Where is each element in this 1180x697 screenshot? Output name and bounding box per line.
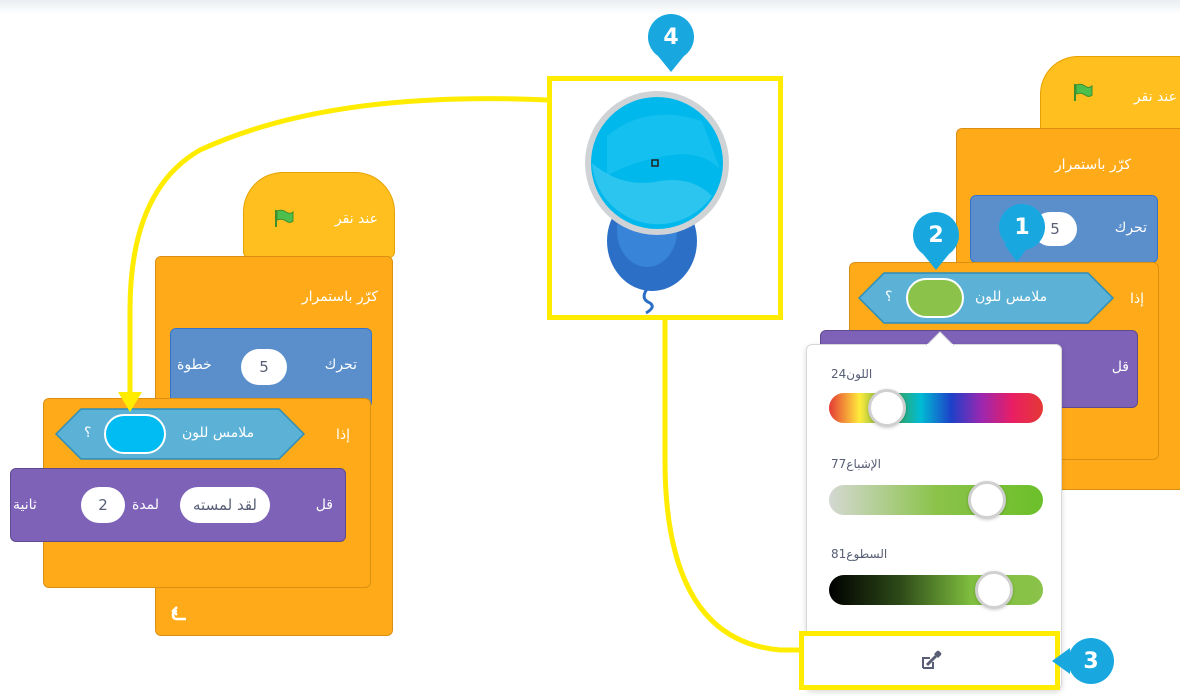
say-text-value: لقد لمسته — [193, 496, 257, 514]
right-when-flag-clicked-block[interactable]: عند نقر — [1040, 56, 1180, 138]
saturation-slider[interactable] — [829, 485, 1043, 515]
seconds-label: ثانية — [13, 497, 37, 513]
badge-3-label: 3 — [1083, 648, 1099, 674]
right-when-flag-clicked-label: عند نقر — [1133, 89, 1177, 105]
steps-label: خطوة — [177, 357, 212, 373]
badge-2: 2 — [913, 212, 959, 258]
color-picker-pointer — [926, 331, 954, 346]
say-label: قل — [315, 497, 333, 513]
move-steps-block[interactable]: تحرك 5 خطوة — [170, 328, 372, 408]
move-label: تحرك — [324, 357, 357, 373]
badge-4-label: 4 — [663, 24, 679, 50]
brightness-value: 81 — [831, 547, 847, 561]
say-text-input[interactable]: لقد لمسته — [180, 487, 270, 523]
saturation-value: 77 — [831, 457, 847, 471]
balloon-image — [585, 91, 729, 315]
top-shadow-bar — [0, 0, 1180, 14]
move-steps-value: 5 — [259, 358, 269, 376]
green-flag-icon — [1074, 83, 1093, 101]
for-duration-label: لمدة — [132, 497, 160, 513]
brightness-label-text: السطوع — [846, 547, 888, 561]
eyedropper-icon[interactable] — [920, 648, 944, 672]
right-question-mark-label: ؟ — [885, 289, 893, 305]
badge-1-pointer — [1004, 244, 1030, 262]
right-move-steps-value: 5 — [1050, 220, 1060, 238]
say-seconds-input[interactable]: 2 — [81, 487, 125, 523]
hue-slider[interactable] — [829, 393, 1043, 423]
right-if-label: إذا — [1129, 291, 1144, 307]
green-flag-icon — [275, 209, 294, 227]
right-forever-label: كرّر باستمرار — [1054, 157, 1131, 173]
balloon-highlight-box — [547, 76, 783, 320]
brightness-label: السطوع81 — [831, 547, 887, 561]
saturation-label-text: الإشباع — [846, 457, 881, 471]
right-touching-color-label: ملامس للون — [975, 289, 1048, 305]
right-move-label: تحرك — [1114, 220, 1147, 236]
badge-3: 3 — [1068, 638, 1114, 684]
move-steps-input[interactable]: 5 — [241, 349, 287, 385]
touching-color-label: ملامس للون — [182, 425, 255, 441]
hue-value: 24 — [831, 367, 847, 381]
say-seconds-value: 2 — [98, 496, 108, 514]
color-swatch-green[interactable] — [906, 278, 964, 318]
badge-2-pointer — [923, 254, 949, 270]
badge-4: 4 — [648, 14, 694, 60]
badge-2-label: 2 — [928, 222, 944, 248]
badge-4-pointer — [658, 56, 684, 72]
when-flag-clicked-label: عند نقر — [334, 211, 378, 227]
hue-label-text: اللون — [846, 367, 873, 381]
forever-label: كرّر باستمرار — [301, 289, 378, 305]
hue-slider-knob[interactable] — [868, 389, 906, 427]
saturation-label: الإشباع77 — [831, 457, 881, 471]
saturation-slider-knob[interactable] — [968, 481, 1006, 519]
hue-label: اللون24 — [831, 367, 872, 381]
brightness-slider-knob[interactable] — [975, 571, 1013, 609]
say-for-seconds-block[interactable]: قل لقد لمسته لمدة 2 ثانية — [10, 468, 346, 542]
question-mark-label: ؟ — [84, 425, 92, 441]
badge-1-label: 1 — [1014, 214, 1030, 240]
when-flag-clicked-block[interactable]: عند نقر — [243, 172, 395, 258]
touching-color-sensor[interactable] — [55, 408, 305, 460]
badge-3-pointer — [1052, 648, 1070, 674]
right-say-label: قل — [1111, 359, 1129, 375]
color-swatch-blue[interactable] — [104, 414, 166, 454]
if-label: إذا — [335, 427, 350, 443]
loop-arrow-icon — [171, 606, 186, 621]
